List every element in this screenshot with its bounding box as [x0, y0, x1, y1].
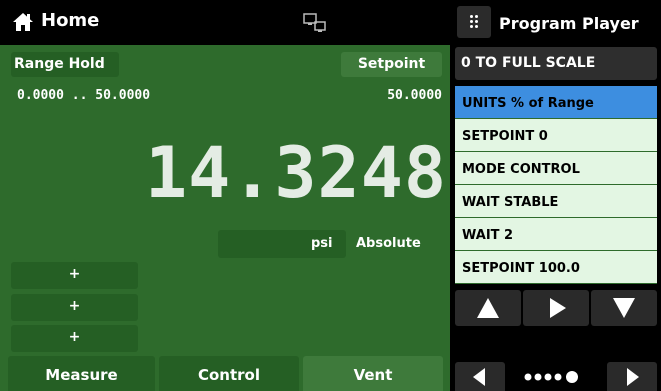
tab-measure[interactable]: Measure: [8, 356, 155, 391]
range-hold-button[interactable]: Range Hold: [11, 52, 119, 77]
play-button[interactable]: [523, 290, 589, 326]
program-step-list: UNITS % of Range SETPOINT 0 MODE CONTROL…: [455, 86, 657, 284]
program-name[interactable]: 0 TO FULL SCALE: [455, 47, 657, 80]
up-arrow-icon: [477, 298, 499, 318]
grid-menu-icon[interactable]: [457, 6, 491, 38]
play-icon: [550, 298, 566, 318]
program-step[interactable]: WAIT STABLE: [455, 185, 657, 218]
add-function-button-3[interactable]: +: [11, 325, 138, 352]
program-step[interactable]: SETPOINT 0: [455, 119, 657, 152]
program-player-title: Program Player: [499, 14, 639, 33]
down-arrow-icon: [613, 298, 635, 318]
add-function-button-1[interactable]: +: [11, 262, 138, 289]
left-arrow-icon: [473, 368, 485, 386]
program-step[interactable]: WAIT 2: [455, 218, 657, 251]
program-step[interactable]: SETPOINT 100.0: [455, 251, 657, 284]
page-title[interactable]: Home: [41, 10, 99, 31]
setpoint-value[interactable]: 50.0000: [387, 88, 442, 103]
unit-label: psi: [311, 236, 333, 251]
program-step[interactable]: UNITS % of Range: [455, 86, 657, 119]
down-arrow-button[interactable]: [591, 290, 657, 326]
tab-control[interactable]: Control: [159, 356, 299, 391]
home-icon[interactable]: [12, 11, 34, 33]
next-page-button[interactable]: [607, 362, 657, 391]
pressure-reading: 14.3248: [144, 132, 447, 214]
page-dots-indicator: [522, 370, 592, 384]
up-arrow-button[interactable]: [455, 290, 521, 326]
setpoint-button[interactable]: Setpoint: [341, 52, 442, 77]
range-text: 0.0000 .. 50.0000: [17, 88, 151, 103]
add-function-button-2[interactable]: +: [11, 294, 138, 321]
mode-label[interactable]: Absolute: [356, 236, 421, 251]
network-icon: [303, 13, 327, 33]
tab-vent[interactable]: Vent: [303, 356, 443, 391]
program-step[interactable]: MODE CONTROL: [455, 152, 657, 185]
right-arrow-icon: [627, 368, 639, 386]
previous-page-button[interactable]: [455, 362, 505, 391]
